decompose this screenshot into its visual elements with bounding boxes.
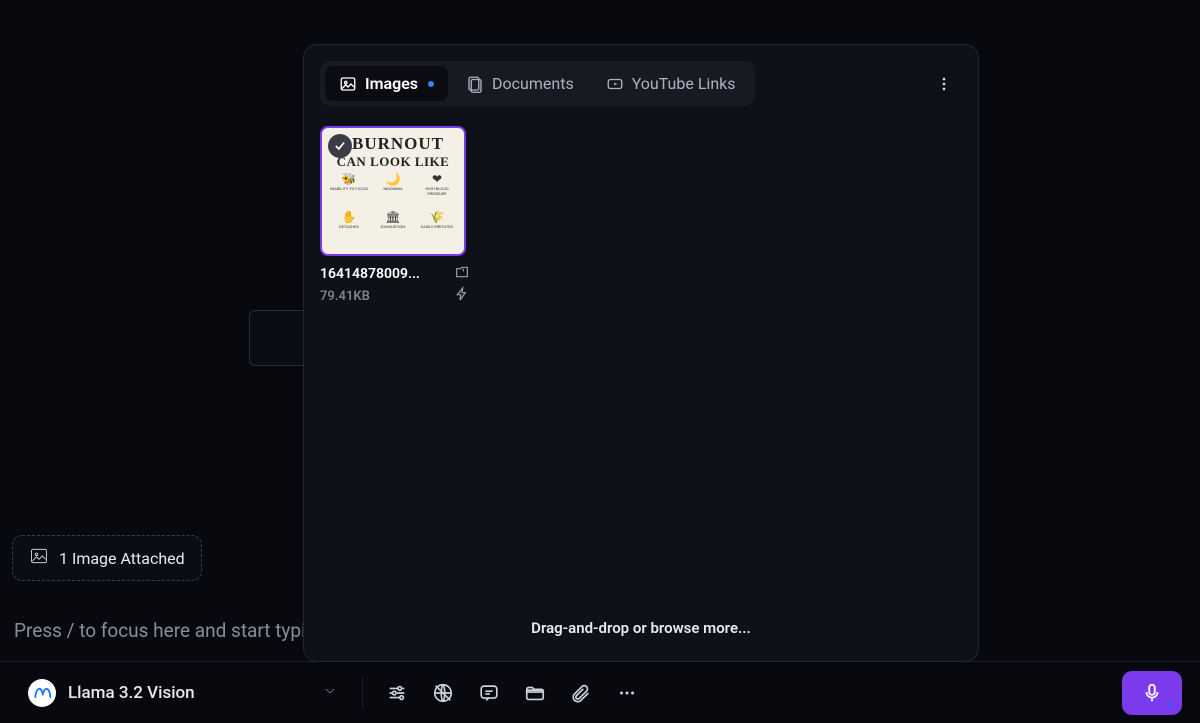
prompt-placeholder: Press / to focus here and start typing..… [14, 619, 342, 642]
model-name: Llama 3.2 Vision [68, 683, 195, 703]
tab-documents-label: Documents [492, 74, 574, 93]
attachment-icon[interactable] [561, 673, 601, 713]
thumbnail-image[interactable]: BURNOUT CAN LOOK LIKE 🐝INABILITY TO FOCU… [320, 126, 466, 256]
panel-footer-text[interactable]: Drag-and-drop or browse more... [320, 603, 962, 645]
tab-images[interactable]: Images [325, 66, 448, 101]
thumbnail-card: BURNOUT CAN LOOK LIKE 🐝INABILITY TO FOCU… [320, 126, 470, 306]
panel-more-button[interactable] [926, 66, 962, 102]
bolt-icon[interactable] [454, 286, 470, 306]
tab-documents[interactable]: Documents [452, 66, 588, 101]
rename-icon[interactable] [454, 264, 470, 284]
thumbnail-filename: 16414878009... [320, 266, 420, 282]
thumbnail-size: 79.41KB [320, 289, 370, 304]
tab-images-label: Images [365, 74, 418, 93]
toolbar-icon-group [377, 673, 647, 713]
attachment-chip[interactable]: 1 Image Attached [12, 535, 202, 581]
tab-images-indicator [428, 81, 434, 87]
meta-logo-icon [28, 679, 56, 707]
microphone-button[interactable] [1122, 671, 1182, 715]
attachments-panel: Images Documents YouTube Links BURNOUT [303, 44, 979, 662]
chevron-down-icon [322, 683, 338, 703]
check-icon [328, 134, 352, 158]
divider [362, 677, 363, 709]
tab-youtube-label: YouTube Links [632, 74, 736, 93]
globe-off-icon[interactable] [423, 673, 463, 713]
image-icon [29, 546, 49, 570]
mic-indicator-dot [1167, 702, 1172, 707]
sliders-icon[interactable] [377, 673, 417, 713]
bottom-toolbar: Llama 3.2 Vision [0, 661, 1200, 723]
more-icon[interactable] [607, 673, 647, 713]
attachment-tabs: Images Documents YouTube Links [320, 61, 755, 106]
folder-icon[interactable] [515, 673, 555, 713]
model-selector[interactable]: Llama 3.2 Vision [18, 673, 348, 713]
attachment-chip-label: 1 Image Attached [59, 549, 185, 568]
tab-youtube-links[interactable]: YouTube Links [592, 66, 750, 101]
thumbnail-preview-grid: 🐝INABILITY TO FOCUS 🌙INSOMNIA ❤HIGH BLOO… [322, 170, 464, 249]
chat-icon[interactable] [469, 673, 509, 713]
thumbnails-area[interactable]: BURNOUT CAN LOOK LIKE 🐝INABILITY TO FOCU… [320, 106, 962, 603]
